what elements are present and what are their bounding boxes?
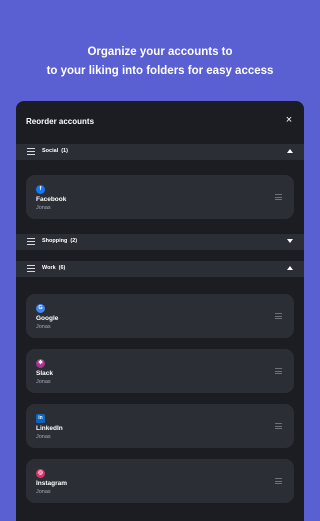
account-name: Slack bbox=[36, 370, 53, 377]
account-card-instagram[interactable]: ◎ Instagram Jonas bbox=[26, 459, 294, 503]
account-name: Instagram bbox=[36, 480, 68, 487]
menu-icon bbox=[27, 265, 35, 272]
headline-line-1: Organize your accounts to bbox=[87, 46, 233, 58]
dialog-header: Reorder accounts × bbox=[16, 101, 304, 141]
section-label: Shopping (2) bbox=[42, 238, 77, 244]
account-name: LinkedIn bbox=[36, 425, 63, 432]
account-card-linkedin[interactable]: in LinkedIn Jonas bbox=[26, 404, 294, 448]
section-name: Social bbox=[42, 148, 59, 154]
chevron-down-icon[interactable] bbox=[287, 239, 293, 243]
headline-line-2: to your liking into folders for easy acc… bbox=[46, 65, 274, 77]
account-user: Jonas bbox=[36, 434, 51, 440]
drag-handle-icon[interactable] bbox=[275, 423, 282, 429]
section-social[interactable]: Social (1) bbox=[16, 144, 304, 160]
drag-handle-icon[interactable] bbox=[275, 368, 282, 374]
chevron-up-icon[interactable] bbox=[287, 149, 293, 153]
headline: Organize your accounts to to your liking… bbox=[0, 43, 320, 81]
instagram-icon: ◎ bbox=[36, 469, 45, 478]
google-icon: G bbox=[36, 304, 45, 313]
drag-handle-icon[interactable] bbox=[275, 478, 282, 484]
slack-icon: ✱ bbox=[36, 359, 45, 368]
section-count: (2) bbox=[70, 238, 78, 244]
facebook-icon: f bbox=[36, 185, 45, 194]
section-label: Social (1) bbox=[42, 148, 68, 154]
account-card-google[interactable]: G Google Jonas bbox=[26, 294, 294, 338]
close-button[interactable]: × bbox=[283, 114, 295, 126]
section-work[interactable]: Work (6) bbox=[16, 261, 304, 277]
linkedin-icon: in bbox=[36, 414, 45, 423]
menu-icon bbox=[27, 148, 35, 155]
section-label: Work (6) bbox=[42, 265, 65, 271]
account-card-slack[interactable]: ✱ Slack Jonas bbox=[26, 349, 294, 393]
account-user: Jonas bbox=[36, 205, 51, 211]
account-name: Facebook bbox=[36, 196, 67, 203]
account-name: Google bbox=[36, 315, 59, 322]
account-card-facebook[interactable]: f Facebook Jonas bbox=[26, 175, 294, 219]
section-count: (6) bbox=[58, 265, 66, 271]
section-shopping[interactable]: Shopping (2) bbox=[16, 234, 304, 250]
account-user: Jonas bbox=[36, 379, 51, 385]
section-count: (1) bbox=[61, 148, 68, 154]
section-name: Work bbox=[42, 265, 56, 271]
reorder-accounts-dialog: Reorder accounts × Social (1) f Facebook … bbox=[16, 101, 304, 521]
dialog-title: Reorder accounts bbox=[26, 117, 95, 126]
chevron-up-icon[interactable] bbox=[287, 266, 293, 270]
menu-icon bbox=[27, 238, 35, 245]
account-user: Jonas bbox=[36, 489, 51, 495]
account-user: Jonas bbox=[36, 324, 51, 330]
drag-handle-icon[interactable] bbox=[275, 194, 282, 200]
section-name: Shopping bbox=[42, 238, 68, 244]
drag-handle-icon[interactable] bbox=[275, 313, 282, 319]
